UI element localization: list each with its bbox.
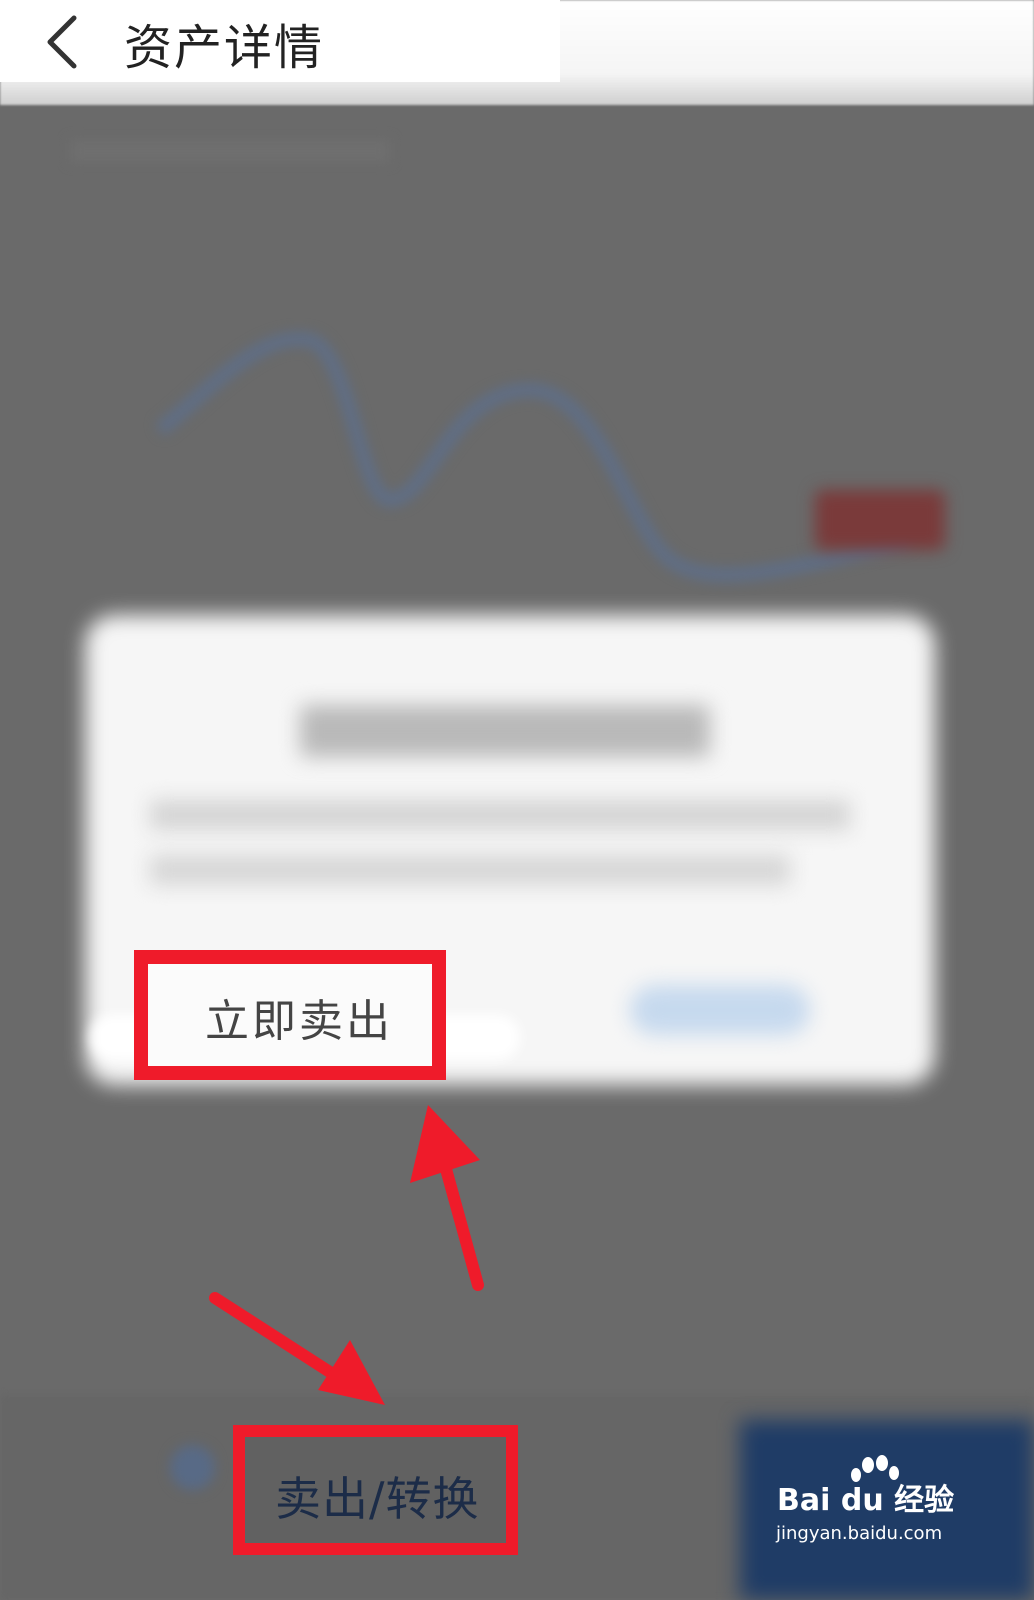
annotation-arrows (209, 1105, 484, 1405)
arrow-up-head (410, 1105, 480, 1183)
watermark-brand: Bai du 经验 (777, 1483, 955, 1518)
watermark-url: jingyan.baidu.com (776, 1523, 943, 1544)
